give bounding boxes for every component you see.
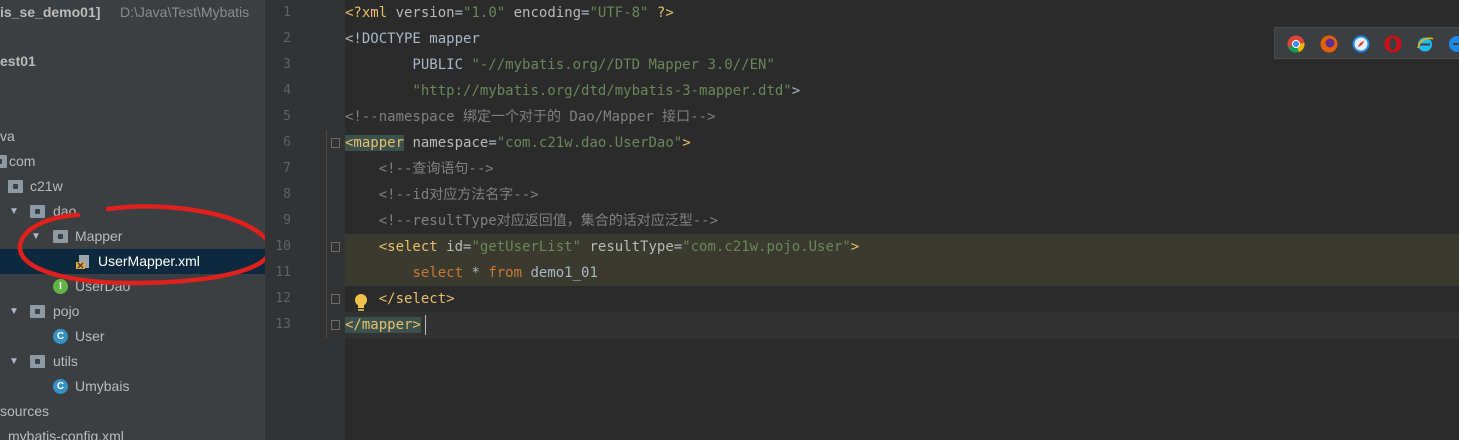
project-name: is_se_demo01]	[0, 4, 101, 20]
line-number: 13	[275, 317, 291, 332]
code-line-1: <?xml version="1.0" encoding="UTF-8" ?>	[345, 5, 674, 21]
line-number: 8	[283, 187, 291, 202]
opera-icon[interactable]	[1384, 35, 1402, 53]
fold-guide	[326, 130, 327, 338]
tree-item-label: Mapper	[75, 228, 123, 244]
tree-item-label: va	[0, 128, 15, 144]
tree-item-c21w[interactable]: c21w	[0, 174, 265, 199]
editor-gutter: 1 2 3 4 5 6 7 8 9 10 11 12 13	[265, 0, 345, 440]
class-icon: C	[53, 379, 68, 394]
fold-marker-icon[interactable]	[331, 320, 340, 330]
line-number: 12	[275, 291, 291, 306]
tree-item-umybais[interactable]: C Umybais	[0, 374, 265, 399]
code-line-4: "http://mybatis.org/dtd/mybatis-3-mapper…	[412, 83, 801, 99]
chevron-down-icon[interactable]: ▼	[9, 299, 19, 324]
fold-marker-icon[interactable]	[331, 294, 340, 304]
tree-item-userdao[interactable]: I UserDao	[0, 274, 265, 299]
tree-item-label: com	[9, 153, 36, 169]
line-number: 10	[275, 239, 291, 254]
code-line-6: <mapper namespace="com.c21w.dao.UserDao"…	[345, 135, 691, 151]
chevron-down-icon[interactable]: ▼	[9, 349, 19, 374]
tree-item-label: utils	[53, 353, 78, 369]
code-line-8: <!--id对应方法名字-->	[345, 187, 539, 203]
line-number: 5	[283, 109, 291, 124]
code-line-12: </select>	[378, 291, 455, 307]
package-folder-icon	[30, 355, 45, 368]
code-line-7: <!--查询语句-->	[345, 161, 494, 177]
line-number: 4	[283, 83, 291, 98]
text-caret	[425, 315, 426, 335]
package-folder-icon	[8, 180, 23, 193]
tree-item-label: dao	[53, 203, 77, 219]
browser-preview-bar	[1274, 27, 1459, 59]
line-number: 6	[283, 135, 291, 150]
fold-marker-icon[interactable]	[331, 242, 340, 252]
code-line-13: </mapper>	[345, 312, 1459, 338]
ie-icon[interactable]	[1416, 35, 1434, 53]
folder-icon	[53, 230, 68, 243]
line-number: 9	[283, 213, 291, 228]
chevron-down-icon[interactable]: ▼	[9, 199, 19, 224]
tree-item-resources[interactable]: sources	[0, 399, 265, 424]
fold-marker-icon[interactable]	[331, 138, 340, 148]
class-icon: C	[53, 329, 68, 344]
project-path: D:\Java\Test\Mybatis	[120, 4, 250, 20]
tree-item-utils[interactable]: ▼ utils	[0, 349, 265, 374]
project-header[interactable]: is_se_demo01] D:\Java\Test\Mybatis	[0, 0, 265, 25]
tree-item-label: UserMapper.xml	[98, 253, 200, 269]
tree-item-label: pojo	[53, 303, 80, 319]
tree-item-label: Umybais	[75, 378, 130, 394]
code-line-10: <select id="getUserList" resultType="com…	[345, 234, 1459, 260]
interface-icon: I	[53, 279, 68, 294]
project-tree-panel: is_se_demo01] D:\Java\Test\Mybatis est01…	[0, 0, 265, 440]
package-folder-icon	[0, 155, 7, 168]
tree-item-com[interactable]: com	[0, 149, 265, 174]
tree-item-dao[interactable]: ▼ dao	[0, 199, 265, 224]
line-number: 7	[283, 161, 291, 176]
line-number: 3	[283, 57, 291, 72]
line-number: 1	[283, 5, 291, 20]
tree-item-label: User	[75, 328, 105, 344]
chrome-icon[interactable]	[1287, 35, 1305, 53]
tree-item-mapper[interactable]: ▼ Mapper	[0, 224, 265, 249]
tree-item-label: sources	[0, 403, 50, 419]
tree-item-user[interactable]: C User	[0, 324, 265, 349]
safari-icon[interactable]	[1352, 35, 1370, 53]
chevron-down-icon[interactable]: ▼	[31, 224, 41, 249]
package-folder-icon	[30, 205, 45, 218]
tree-item-label: UserDao	[75, 278, 131, 294]
tree-item-module[interactable]: est01	[0, 49, 265, 74]
tree-item-mybatis-config[interactable]: mybatis-config.xml	[0, 424, 265, 440]
code-line-11: select * from demo1_01	[345, 260, 1459, 286]
edge-icon[interactable]	[1448, 35, 1459, 53]
xml-file-icon	[76, 255, 89, 269]
lightbulb-icon[interactable]	[353, 293, 369, 313]
tree-item-label: c21w	[30, 178, 63, 194]
line-number: 11	[275, 265, 291, 280]
code-line-5: <!--namespace 绑定一个对于的 Dao/Mapper 接口-->	[345, 109, 716, 125]
tree-item-label: mybatis-config.xml	[8, 428, 124, 440]
tree-item-usermapper-xml[interactable]: UserMapper.xml	[0, 249, 265, 274]
tree-item-pojo[interactable]: ▼ pojo	[0, 299, 265, 324]
package-folder-icon	[30, 305, 45, 318]
tree-item-label: est01	[0, 53, 36, 69]
tree-item-java[interactable]: va	[0, 124, 265, 149]
code-editor[interactable]: <?xml version="1.0" encoding="UTF-8" ?> …	[345, 0, 1459, 440]
line-number: 2	[283, 31, 291, 46]
code-line-9: <!--resultType对应返回值，集合的话对应泛型-->	[345, 213, 719, 229]
firefox-icon[interactable]	[1320, 35, 1338, 53]
